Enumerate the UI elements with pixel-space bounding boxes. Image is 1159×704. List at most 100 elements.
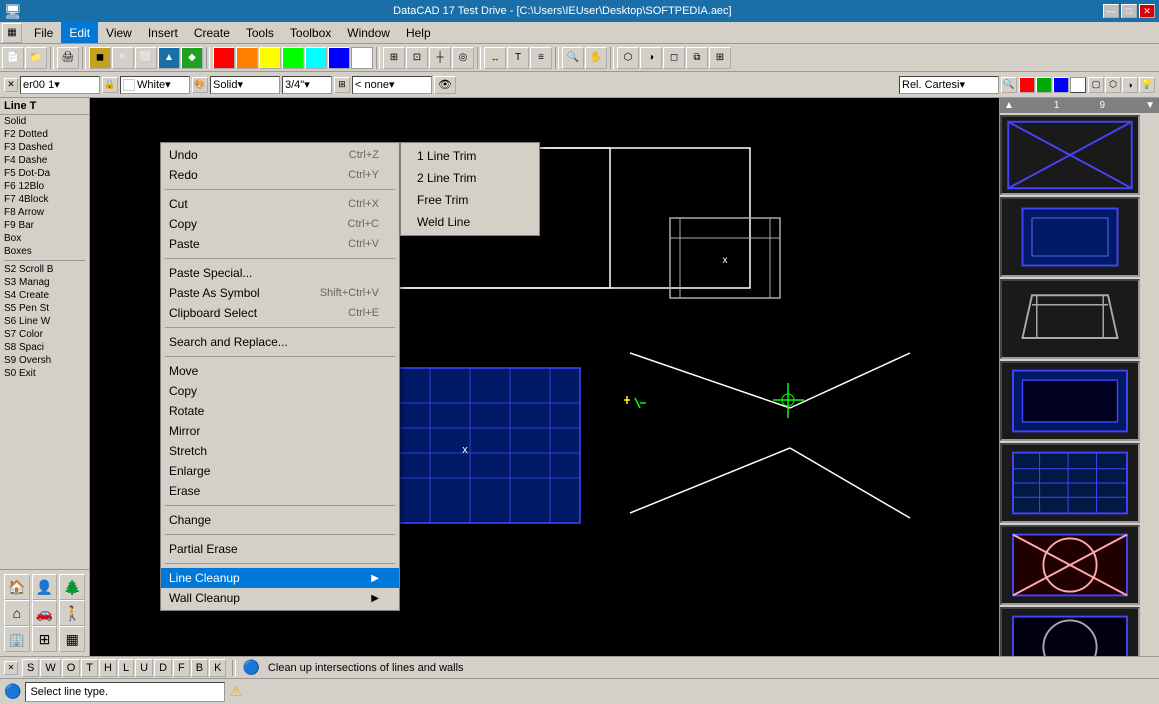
lp-item-s9[interactable]: S9 Oversh	[0, 354, 89, 367]
menu-search-replace[interactable]: Search and Replace...	[161, 332, 399, 352]
3d-view-btn[interactable]: ⬡	[1105, 77, 1121, 93]
open-btn[interactable]: 📁	[25, 47, 47, 69]
kbd-w[interactable]: W	[40, 659, 60, 677]
block-icon[interactable]: ▦	[59, 626, 85, 652]
menu-paste[interactable]: Paste Ctrl+V	[161, 234, 399, 254]
menu-tools[interactable]: Tools	[238, 22, 282, 43]
tb-snap-btn[interactable]: ⊡	[406, 47, 428, 69]
tb-btn-1[interactable]: ◼	[89, 47, 111, 69]
tb-color-2[interactable]	[236, 47, 258, 69]
tb-extra-3[interactable]: ⊞	[709, 47, 731, 69]
lp-item-f7[interactable]: F7 4Block	[0, 193, 89, 206]
menu-edit[interactable]: Edit	[61, 22, 98, 43]
pal-4[interactable]	[1070, 77, 1086, 93]
color-combo[interactable]: White ▾	[120, 76, 190, 94]
rp-thumb-5[interactable]	[1000, 443, 1140, 523]
status-close-btn[interactable]: ✕	[4, 661, 18, 675]
menu-erase[interactable]: Erase	[161, 481, 399, 501]
person2-icon[interactable]: 🚶	[59, 600, 85, 626]
pal-3[interactable]	[1053, 77, 1069, 93]
lp-item-s7[interactable]: S7 Color	[0, 328, 89, 341]
tb-polar-btn[interactable]: ◎	[452, 47, 474, 69]
symbol-icon[interactable]: ⊞	[32, 626, 58, 652]
sub-free-trim[interactable]: Free Trim	[401, 189, 539, 211]
lp-item-boxes[interactable]: Boxes	[0, 245, 89, 258]
menu-file[interactable]: File	[26, 22, 61, 43]
line-cleanup-submenu[interactable]: 1 Line Trim 2 Line Trim Free Trim Weld L…	[400, 142, 540, 236]
lp-item-f2[interactable]: F2 Dotted	[0, 128, 89, 141]
tb-grid-btn[interactable]: ⊞	[383, 47, 405, 69]
tb-color-7[interactable]	[351, 47, 373, 69]
menu-undo[interactable]: Undo Ctrl+Z	[161, 145, 399, 165]
car-icon[interactable]: 🚗	[32, 600, 58, 626]
rp-thumb-6[interactable]	[1000, 525, 1140, 605]
lp-item-f8[interactable]: F8 Arrow	[0, 206, 89, 219]
command-input[interactable]	[25, 682, 225, 702]
kbd-k[interactable]: K	[209, 659, 226, 677]
lp-item-s6[interactable]: S6 Line W	[0, 315, 89, 328]
menu-move[interactable]: Move	[161, 361, 399, 381]
lp-item-s8[interactable]: S8 Spaci	[0, 341, 89, 354]
menu-window[interactable]: Window	[339, 22, 398, 43]
kbd-f[interactable]: F	[173, 659, 190, 677]
lp-item-s2[interactable]: S2 Scroll B	[0, 263, 89, 276]
tb-ortho-btn[interactable]: ┼	[429, 47, 451, 69]
rp-scroll-up[interactable]: ▲	[1004, 100, 1014, 111]
tb-text-btn[interactable]: T	[507, 47, 529, 69]
rp-thumb-1[interactable]	[1000, 115, 1140, 195]
print-btn[interactable]: 🖨	[57, 47, 79, 69]
tb-btn-3[interactable]: ⬜	[135, 47, 157, 69]
menu-view[interactable]: View	[98, 22, 140, 43]
rp-scroll-down[interactable]: ▼	[1145, 100, 1155, 111]
menu-line-cleanup[interactable]: Line Cleanup ▶	[161, 568, 399, 588]
tb-color-4[interactable]	[282, 47, 304, 69]
menu-create[interactable]: Create	[186, 22, 238, 43]
tb-extra-2[interactable]: ⧉	[686, 47, 708, 69]
edit-dropdown-menu[interactable]: Undo Ctrl+Z Redo Ctrl+Y Cut Ctrl+X	[160, 142, 400, 611]
menu-help[interactable]: Help	[398, 22, 439, 43]
new-btn[interactable]: 📄	[2, 47, 24, 69]
kbd-h[interactable]: H	[99, 659, 117, 677]
eye-icon[interactable]: 👁	[434, 76, 456, 94]
tb-btn-2[interactable]: ◽	[112, 47, 134, 69]
pal-1[interactable]	[1019, 77, 1035, 93]
color-picker-icon[interactable]: 🎨	[192, 77, 208, 93]
tree-icon[interactable]: 🌲	[59, 574, 85, 600]
sub-1line-trim[interactable]: 1 Line Trim	[401, 145, 539, 167]
rp-thumb-2[interactable]	[1000, 197, 1140, 277]
menu-paste-symbol[interactable]: Paste As Symbol Shift+Ctrl+V	[161, 283, 399, 303]
menu-redo[interactable]: Redo Ctrl+Y	[161, 165, 399, 185]
lp-item-f3[interactable]: F3 Dashed	[0, 141, 89, 154]
maximize-btn[interactable]: □	[1121, 4, 1137, 18]
menu-toolbox[interactable]: Toolbox	[282, 22, 339, 43]
close-btn[interactable]: ✕	[1139, 4, 1155, 18]
rp-thumb-4[interactable]	[1000, 361, 1140, 441]
kbd-b[interactable]: B	[191, 659, 208, 677]
minimize-btn[interactable]: —	[1103, 4, 1119, 18]
tb-zoom-btn[interactable]: 🔍	[562, 47, 584, 69]
menu-stretch[interactable]: Stretch	[161, 441, 399, 461]
close-panel-btn[interactable]: ✕	[4, 78, 18, 92]
menu-clipboard-select[interactable]: Clipboard Select Ctrl+E	[161, 303, 399, 323]
house-icon[interactable]: 🏠	[4, 574, 30, 600]
kbd-o[interactable]: O	[62, 659, 81, 677]
layer-lock-btn[interactable]: 🔒	[102, 77, 118, 93]
lp-item-solid[interactable]: Solid	[0, 115, 89, 128]
light-btn[interactable]: 💡	[1139, 77, 1155, 93]
build-icon[interactable]: 🏢	[4, 626, 30, 652]
kbd-u[interactable]: U	[135, 659, 153, 677]
menu-copy-1[interactable]: Copy Ctrl+C	[161, 214, 399, 234]
tb-3d-btn[interactable]: ⬡	[617, 47, 639, 69]
linescale-btn[interactable]: ⊞	[334, 77, 350, 93]
lp-item-s4[interactable]: S4 Create	[0, 289, 89, 302]
layer-combo[interactable]: er00 1 ▾	[20, 76, 100, 94]
menu-cut[interactable]: Cut Ctrl+X	[161, 194, 399, 214]
lp-item-f5[interactable]: F5 Dot-Da	[0, 167, 89, 180]
lp-item-f4[interactable]: F4 Dashe	[0, 154, 89, 167]
tb-extra-1[interactable]: ◻	[663, 47, 685, 69]
menu-insert[interactable]: Insert	[140, 22, 186, 43]
tb-dim-btn[interactable]: ↔	[484, 47, 506, 69]
tb-color-1[interactable]	[213, 47, 235, 69]
menu-partial-erase[interactable]: Partial Erase	[161, 539, 399, 559]
pal-2[interactable]	[1036, 77, 1052, 93]
